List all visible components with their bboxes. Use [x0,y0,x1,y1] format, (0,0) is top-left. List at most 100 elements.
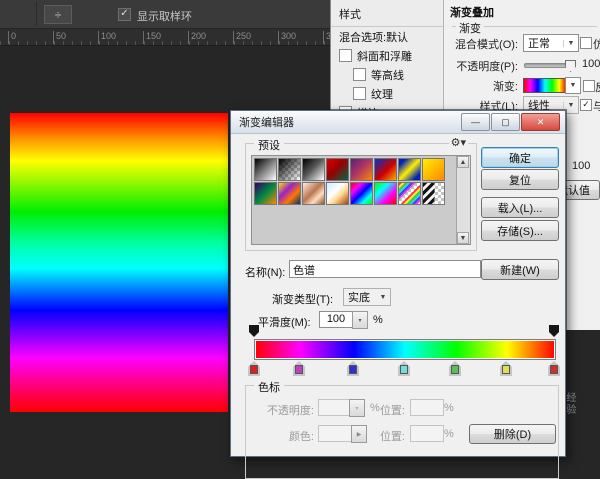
opacity-stop[interactable] [249,325,259,337]
canvas-artwork [10,113,228,412]
gradient-preset-spectrum-b[interactable] [374,182,397,205]
style-list-item[interactable]: 等高线 [331,65,444,84]
gradient-editor-titlebar[interactable]: 渐变编辑器 — ▢ ✕ [231,111,565,134]
ruler-tick-label: 200 [188,31,206,44]
smoothness-slider-arrow-icon[interactable]: ▾ [352,311,368,329]
smoothness-percent: % [373,314,383,326]
blend-mode-dropdown[interactable]: 正常 ▼ [523,34,579,52]
style-checkbox[interactable] [339,49,352,62]
style-checkbox[interactable] [353,68,366,81]
watermark: 经验 [562,392,577,416]
dither-checkbox[interactable] [580,37,592,49]
name-label: 名称(N): [245,264,285,280]
ruler-tick-label: 300 [278,31,296,44]
ruler-tick-label: 250 [233,31,251,44]
color-stop[interactable] [449,361,461,376]
color-stop-swatch [502,365,510,374]
gradient-overlay-panel: 渐变叠加 渐变 混合模式(O): 正常 ▼ 仿 不透明度(P): 100 渐变:… [443,0,600,116]
maximize-button[interactable]: ▢ [491,113,520,131]
gradient-type-value: 实底 [344,289,376,305]
layer-style-styles-panel: 样式 混合选项:默认斜面和浮雕等高线纹理描边 [330,0,444,116]
gear-icon[interactable]: ⚙▾ [449,136,468,149]
stop-opacity-position-input [410,399,444,416]
gradient-editor-title: 渐变编辑器 [239,114,294,130]
preset-grid [254,158,454,205]
color-stop[interactable] [398,361,410,376]
stop-color-label: 颜色: [254,428,314,444]
smoothness-input[interactable]: 100 [319,311,353,328]
style-checkbox[interactable] [353,87,366,100]
gradient-preset-blue-yellow-blue[interactable] [398,158,421,181]
gradient-preset-yellow-orange[interactable] [422,158,445,181]
gradient-preset-violet-orange[interactable] [350,158,373,181]
gradient-preset-transparent-rainbow[interactable] [398,182,421,205]
color-stop[interactable] [293,361,305,376]
style-list-item[interactable]: 纹理 [331,84,444,103]
toolbar-divider [36,2,37,26]
new-button[interactable]: 新建(W) [481,259,559,280]
gradient-preset-red-green[interactable] [326,158,349,181]
gradient-preset-yellow-violet-orange[interactable] [278,182,301,205]
color-stop[interactable] [347,361,359,376]
gradient-preset-chrome[interactable] [326,182,349,205]
gradient-preset-black-white[interactable] [254,158,277,181]
color-stop[interactable] [500,361,512,376]
align-with-layer-checkbox[interactable]: ✓ [580,99,592,111]
gradient-preset-spectrum-a[interactable] [350,182,373,205]
gradient-preset-fg-to-transparent[interactable] [278,158,301,181]
gradient-type-dropdown[interactable]: 实底 ▼ [343,288,391,306]
stop-color-position-label: 位置: [359,428,405,444]
color-stop[interactable] [548,361,560,376]
reverse-label: 反 [595,79,600,95]
stop-opacity-position-label: 位置: [359,402,405,418]
ruler-tick-label: 100 [98,31,116,44]
presets-groupbox: 预设 ⚙▾ ▲ ▼ [245,143,477,251]
style-item-label: 纹理 [371,86,393,102]
gradient-preset-blue-red-yellow[interactable] [374,158,397,181]
overlay-gradient-swatch[interactable] [523,78,567,93]
scroll-down-icon[interactable]: ▼ [457,232,469,244]
overlay-gradient-picker-button[interactable]: ▼ [565,77,581,94]
scroll-up-icon[interactable]: ▲ [457,156,469,168]
reverse-checkbox[interactable] [583,80,595,92]
close-button[interactable]: ✕ [521,113,560,131]
style-list-item[interactable]: 斜面和浮雕 [331,46,444,65]
preset-list: ▲ ▼ [251,155,471,245]
minimize-button[interactable]: — [461,113,490,131]
set-default-button[interactable]: 为默认值 [563,180,600,200]
color-stop-swatch [295,365,303,374]
color-stop-swatch [451,365,459,374]
sample-size-dropdown[interactable]: ÷ [44,5,72,24]
opacity-slider-handle[interactable] [565,60,576,72]
show-sampling-ring-checkbox[interactable]: ✓ [118,8,131,21]
gradient-preset-black-white-2[interactable] [302,158,325,181]
color-stop-swatch [250,365,258,374]
style-list-item[interactable]: 混合选项:默认 [331,27,444,46]
preset-scrollbar[interactable]: ▲ ▼ [456,156,470,244]
ruler-tick-label: 150 [143,31,161,44]
color-stop[interactable] [248,361,260,376]
gradient-preview-bar[interactable] [254,339,556,360]
opacity-stop[interactable] [549,325,559,337]
gradient-preset-transparent-stripes[interactable] [422,182,445,205]
show-sampling-ring-label: 显示取样环 [137,8,192,24]
chevron-down-icon: ▼ [376,294,390,301]
style-item-label: 等高线 [371,67,404,83]
scale-value: 100 [572,160,590,172]
stop-opacity-input [318,399,350,416]
blend-mode-label: 混合模式(O): [446,36,518,52]
overlay-gradient-label: 渐变: [446,78,518,94]
reset-button[interactable]: 复位 [481,169,559,190]
presets-label: 预设 [254,137,284,153]
save-button[interactable]: 存储(S)... [481,220,559,241]
chevron-down-icon: ▼ [566,82,580,89]
name-input[interactable]: 色谱 [289,260,481,278]
gradient-preset-purple-green-orange[interactable] [254,182,277,205]
load-button[interactable]: 载入(L)... [481,197,559,218]
gradient-preset-copper[interactable] [302,182,325,205]
styles-list: 混合选项:默认斜面和浮雕等高线纹理描边 [331,27,444,122]
chevron-down-icon: ▼ [563,102,578,109]
style-item-label: 斜面和浮雕 [357,48,412,64]
ok-button[interactable]: 确定 [481,147,559,168]
delete-stop-button[interactable]: 删除(D) [469,424,556,444]
